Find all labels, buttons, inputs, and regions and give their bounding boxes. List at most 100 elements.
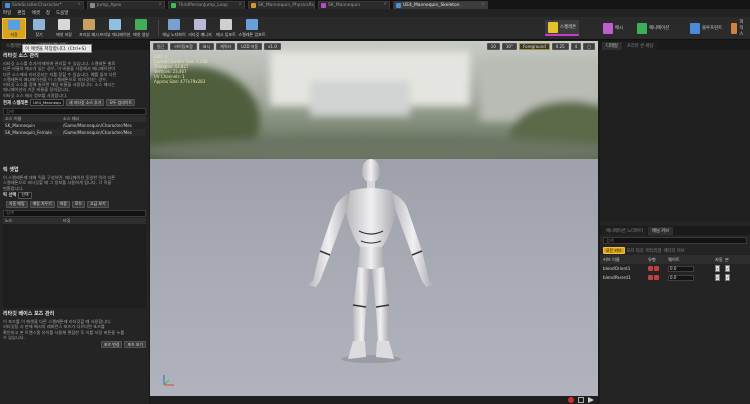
menu-item[interactable]: 애셋 <box>32 10 40 16</box>
curve-search-input[interactable]: 검색 <box>603 237 747 244</box>
close-icon[interactable]: × <box>238 2 242 7</box>
viewport-button[interactable]: Foreground <box>518 43 550 50</box>
toolbar-icon <box>8 20 20 30</box>
load-map-button[interactable]: 로드 <box>71 200 86 208</box>
viewport-button[interactable]: 라이팅포함 <box>170 43 197 50</box>
menu-item[interactable]: 파일 <box>3 10 11 16</box>
play-icon[interactable] <box>588 397 594 403</box>
viewport-button[interactable]: x1.0 <box>264 43 281 50</box>
advanced-view-button[interactable]: 고급 보기 <box>87 200 109 208</box>
document-tab[interactable]: ThirdPersonJump_Loop × <box>168 1 245 9</box>
document-tab[interactable]: SK_Mannequin_PhysicsAsset × <box>248 1 315 9</box>
curve-weight-field[interactable]: 0.0 <box>668 265 694 272</box>
close-icon[interactable]: × <box>308 2 312 7</box>
close-icon[interactable]: × <box>77 2 81 7</box>
viewport-button[interactable]: 10° <box>501 43 517 50</box>
toolbar-button[interactable]: 애셋 생성 <box>129 18 153 39</box>
toolbar-button[interactable]: 메시 임포트 <box>214 18 238 39</box>
document-tab[interactable]: SK_Mannequin × <box>318 1 390 9</box>
clear-map-button[interactable]: 매핑 지우기 <box>29 200 55 208</box>
mode-button[interactable]: 블루프린트 <box>687 20 725 36</box>
document-tab[interactable]: UE4_Mannequin_Skeleton × <box>393 1 488 9</box>
mannequin-model[interactable] <box>150 41 598 396</box>
toolbar-button[interactable]: 애님 노티파이 <box>162 18 186 39</box>
preview-viewport[interactable]: 원근 라이팅포함 표시 캐릭터 LOD 자동 x1.0 10 10° Foreground 0.2… <box>150 41 598 404</box>
bone-checkbox[interactable] <box>725 265 731 272</box>
filter-all-curves[interactable]: 모든 커브 <box>603 247 625 254</box>
column-bone[interactable]: 본 <box>725 257 729 263</box>
mode-button[interactable]: 애니메이션 <box>634 20 672 36</box>
viewport-button[interactable]: 10 <box>486 43 500 50</box>
toolbar-button[interactable]: 스켈레톤 임포트 <box>238 18 266 39</box>
tab-preview-scene-settings[interactable]: 프리뷰 씬 세팅 <box>622 42 658 50</box>
morph-target-icon[interactable] <box>648 275 653 280</box>
material-icon[interactable] <box>654 266 659 271</box>
rig-mapping-list[interactable] <box>3 223 146 308</box>
bone-checkbox[interactable] <box>725 274 731 281</box>
column-auto[interactable]: 자동 <box>715 257 725 263</box>
toolbar-button[interactable]: 리타깃 매니저 <box>188 18 212 39</box>
column-curve-name[interactable]: 커브 이름 <box>603 257 648 263</box>
maximize-icon[interactable]: ▢ <box>583 43 595 50</box>
column-target[interactable]: 타깃 <box>61 218 146 224</box>
close-icon[interactable]: × <box>481 2 485 7</box>
toolbar-button[interactable]: 저장 <box>2 18 26 39</box>
document-tab[interactable]: SideScrollerCharacter* × <box>2 1 84 9</box>
column-weight[interactable]: 웨이트 <box>668 257 715 263</box>
record-icon[interactable] <box>568 397 574 403</box>
column-type[interactable]: 유형 <box>648 257 668 263</box>
save-map-button[interactable]: 저장 <box>56 200 70 208</box>
auto-map-button[interactable]: 자동 매핑 <box>6 200 28 208</box>
toolbar-button[interactable]: 애셋 저장 <box>52 18 76 39</box>
toolbar-button[interactable]: 찾기 <box>27 18 51 39</box>
viewport-button[interactable]: 0.25 <box>551 43 569 50</box>
material-icon[interactable] <box>654 275 659 280</box>
column-source-mesh[interactable]: 소스 메시 <box>61 116 146 122</box>
toolbar-icon <box>135 19 147 30</box>
close-icon[interactable]: × <box>158 2 162 7</box>
tab-anim-curves[interactable]: 애님 커브 <box>647 227 674 235</box>
toolbar-button[interactable]: 프리뷰 애니메이션 <box>100 18 130 39</box>
toolbar-button-label: 애셋 생성 <box>133 32 149 37</box>
view-pose-button[interactable]: 포즈 보기 <box>124 341 146 349</box>
menu-item[interactable]: 도움말 <box>56 10 68 16</box>
document-tab[interactable]: Jump_Apex × <box>87 1 165 9</box>
close-icon[interactable]: × <box>383 2 387 7</box>
tab-details[interactable]: 디테일 <box>602 42 622 50</box>
table-row[interactable]: SK_Mannequin_Female /Game/Mannequin/Char… <box>3 129 146 137</box>
filter-material[interactable]: 머티리얼 <box>646 248 662 254</box>
mode-button[interactable]: 스켈레톤 <box>545 20 580 36</box>
viewport-button[interactable]: 캐릭터 <box>216 43 236 50</box>
curve-weight-field[interactable]: 0.0 <box>668 274 694 281</box>
rig-search-input[interactable]: 검색 <box>3 209 146 217</box>
auto-checkbox[interactable] <box>715 265 721 272</box>
menu-item[interactable]: 창 <box>46 10 50 16</box>
auto-checkbox[interactable] <box>715 274 721 281</box>
mode-button[interactable]: 피직스 <box>728 20 750 37</box>
retarget-source-search-input[interactable]: 검색 <box>3 108 146 116</box>
stop-icon[interactable] <box>578 397 584 403</box>
viewport-button[interactable]: 원근 <box>153 43 169 50</box>
tab-anim-notifies[interactable]: 애니메이션 노티파이 <box>602 227 647 235</box>
table-row[interactable]: blendParent1 0.0 <box>600 273 750 282</box>
column-source-name[interactable]: 소스 이름 <box>3 116 61 122</box>
filter-morph-target[interactable]: 모프 타깃 <box>627 248 644 254</box>
current-skeleton-field[interactable]: UE4_Mannequ <box>30 99 64 107</box>
viewport-button[interactable]: LOD 자동 <box>237 43 263 50</box>
toolbar-button[interactable]: 프리뷰 메시 <box>77 18 101 39</box>
mode-label: 메시 <box>615 26 624 31</box>
column-node[interactable]: 노드 <box>3 218 61 224</box>
update-all-button[interactable]: 모두 업데이트 <box>106 99 136 107</box>
morph-target-icon[interactable] <box>648 266 653 271</box>
filter-editor-curve[interactable]: 에디터 커브 <box>664 248 685 254</box>
table-row[interactable]: SK_Mannequin /Game/Mannequin/Character/M… <box>3 122 146 129</box>
modify-pose-button[interactable]: 포즈 변경 <box>100 341 123 349</box>
menu-item[interactable]: 편집 <box>17 10 25 16</box>
add-retarget-source-button[interactable]: 새 리타깃 소스 추가 <box>65 99 105 107</box>
rig-select-dropdown[interactable]: 선택 <box>18 191 32 199</box>
table-row[interactable]: blendOrient1 0.0 <box>600 264 750 273</box>
viewport-button[interactable]: 4 <box>570 43 582 50</box>
viewport-button[interactable]: 표시 <box>198 43 215 50</box>
viewport-stats: LOD: 0 Current Screen Size: 1.048 Triang… <box>154 54 208 84</box>
mode-button[interactable]: 메시 <box>600 20 626 36</box>
